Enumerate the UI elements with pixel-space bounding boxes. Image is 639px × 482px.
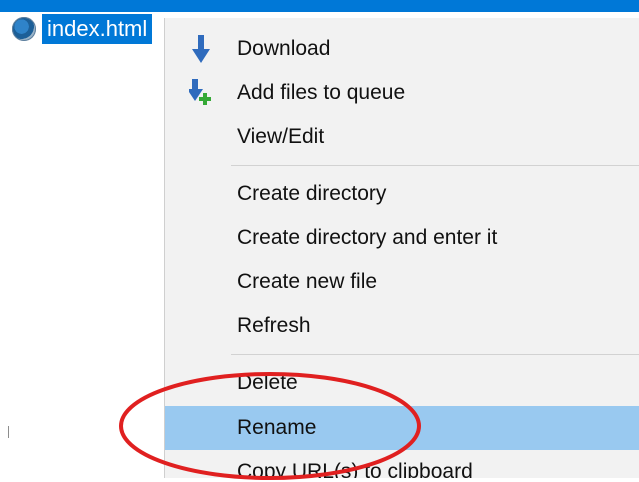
selection-highlight-bar xyxy=(0,0,639,12)
left-edge-marker xyxy=(8,426,9,438)
menu-separator xyxy=(231,165,639,166)
menu-item-create-directory[interactable]: Create directory xyxy=(165,172,639,216)
menu-item-copy-urls-to-clipboard[interactable]: Copy URL(s) to clipboard xyxy=(165,450,639,478)
download-arrow-icon xyxy=(165,27,237,71)
menu-item-label: Rename xyxy=(237,416,317,439)
menu-item-label: Download xyxy=(237,37,331,60)
menu-item-label: Add files to queue xyxy=(237,81,406,104)
menu-item-add-files-to-queue[interactable]: Add files to queue xyxy=(165,71,639,115)
menu-item-create-directory-and-enter[interactable]: Create directory and enter it xyxy=(165,216,639,260)
menu-item-label: View/Edit xyxy=(237,125,325,148)
menu-item-label: Delete xyxy=(237,371,298,394)
menu-item-view-edit[interactable]: View/Edit xyxy=(165,115,639,159)
menu-item-label: Create directory xyxy=(237,182,387,205)
menu-item-delete[interactable]: Delete xyxy=(165,361,639,405)
file-entry-index-html[interactable]: index.html xyxy=(12,14,153,44)
file-name-label: index.html xyxy=(42,14,153,44)
menu-item-rename[interactable]: Rename xyxy=(165,406,639,450)
menu-item-refresh[interactable]: Refresh xyxy=(165,304,639,348)
menu-item-label: Create directory and enter it xyxy=(237,226,498,249)
menu-item-label: Refresh xyxy=(237,314,311,337)
context-menu: Download Add files to queue View/Edit Cr… xyxy=(164,18,639,478)
chrome-html-file-icon xyxy=(12,17,36,41)
menu-separator xyxy=(231,354,639,355)
menu-item-label: Copy URL(s) to clipboard xyxy=(237,460,473,478)
add-to-queue-icon xyxy=(165,71,237,115)
menu-item-create-new-file[interactable]: Create new file xyxy=(165,260,639,304)
menu-item-download[interactable]: Download xyxy=(165,27,639,71)
menu-item-label: Create new file xyxy=(237,270,378,293)
